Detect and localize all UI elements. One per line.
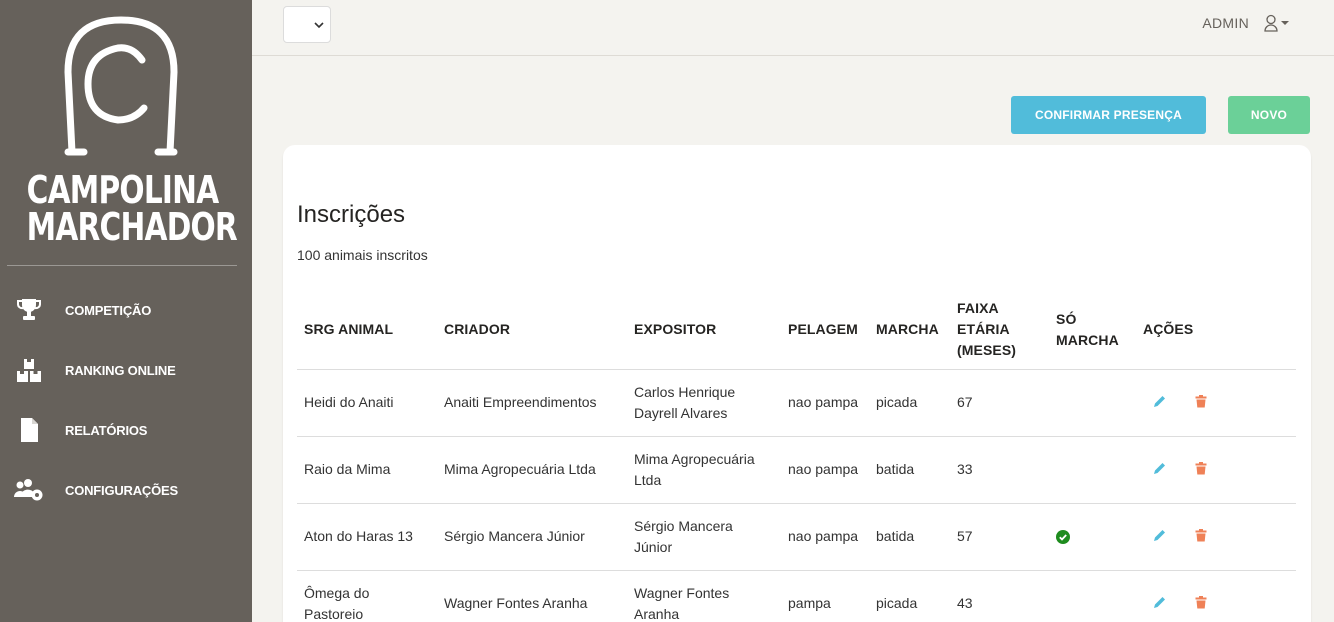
cell-expositor: Sérgio Mancera Júnior — [627, 503, 781, 571]
cell-marcha: picada — [869, 369, 950, 437]
cell-criador: Anaiti Empreendimentos — [437, 369, 627, 437]
cell-faixa-etaria: 67 — [950, 369, 1049, 437]
brand-line-1: CAMPOLINA — [26, 168, 220, 212]
cell-marcha: batida — [869, 436, 950, 504]
cell-expositor: Wagner Fontes Aranha — [627, 570, 781, 622]
cell-so-marcha — [1049, 570, 1136, 622]
cell-faixa-etaria: 33 — [950, 436, 1049, 504]
delete-trash-icon[interactable] — [1191, 391, 1211, 411]
column-header-faixa-etaria[interactable]: FAIXA ETÁRIA (MESES) — [950, 291, 1049, 370]
column-header-expositor[interactable]: EXPOSITOR — [627, 291, 781, 370]
table-row: Heidi do Anaiti Anaiti Empreendimentos C… — [297, 369, 1296, 437]
edit-pencil-icon[interactable] — [1149, 458, 1169, 478]
delete-trash-icon[interactable] — [1191, 592, 1211, 612]
cell-criador: Wagner Fontes Aranha — [437, 570, 627, 622]
column-header-pelagem[interactable]: PELAGEM — [781, 291, 869, 370]
cell-criador: Sérgio Mancera Júnior — [437, 503, 627, 571]
sidebar-item-label: CONFIGURAÇÕES — [65, 482, 178, 498]
context-select[interactable] — [283, 6, 331, 43]
cell-acoes — [1136, 503, 1296, 571]
cell-animal: Aton do Haras 13 — [297, 503, 437, 571]
inscriptions-table: SRG ANIMAL CRIADOR EXPOSITOR PELAGEM MAR… — [297, 291, 1296, 622]
cell-marcha: picada — [869, 570, 950, 622]
delete-trash-icon[interactable] — [1191, 525, 1211, 545]
cell-acoes — [1136, 570, 1296, 622]
sidebar-item-ranking-online[interactable]: RANKING ONLINE — [0, 350, 252, 390]
brand-line-2: MARCHADOR — [26, 205, 238, 249]
user-menu[interactable]: ADMIN — [1202, 14, 1296, 32]
column-header-acoes: AÇÕES — [1136, 291, 1296, 370]
inscriptions-card: Inscrições 100 animais inscritos SRG ANI… — [283, 145, 1311, 622]
sidebar-item-configuracoes[interactable]: CONFIGURAÇÕES — [0, 470, 252, 510]
cell-animal: Ômega do Pastoreio — [297, 570, 437, 622]
user-name: ADMIN — [1202, 15, 1249, 31]
edit-pencil-icon[interactable] — [1149, 525, 1169, 545]
boxes-icon — [14, 355, 44, 385]
sidebar-item-competicao[interactable]: COMPETIÇÃO — [0, 290, 252, 330]
cell-so-marcha — [1049, 436, 1136, 504]
file-icon — [14, 415, 44, 445]
cell-faixa-etaria: 57 — [950, 503, 1049, 571]
sidebar-item-label: COMPETIÇÃO — [65, 302, 152, 318]
cell-pelagem: nao pampa — [781, 503, 869, 571]
cell-animal: Heidi do Anaiti — [297, 369, 437, 437]
sidebar-item-label: RELATÓRIOS — [65, 422, 148, 438]
check-circle-icon — [1056, 529, 1070, 544]
column-header-criador[interactable]: CRIADOR — [437, 291, 627, 370]
cell-acoes — [1136, 436, 1296, 504]
brand-logo[interactable]: CAMPOLINA MARCHADOR — [0, 0, 252, 265]
cell-expositor: Mima Agropecuária Ltda — [627, 436, 781, 504]
edit-pencil-icon[interactable] — [1149, 391, 1169, 411]
top-navbar: ADMIN — [252, 0, 1334, 56]
cell-pelagem: pampa — [781, 570, 869, 622]
cell-pelagem: nao pampa — [781, 436, 869, 504]
sidebar-divider — [7, 265, 237, 266]
trophy-icon — [14, 295, 44, 325]
cell-marcha: batida — [869, 503, 950, 571]
cell-acoes — [1136, 369, 1296, 437]
users-cog-icon — [14, 475, 44, 505]
column-header-so-marcha[interactable]: SÓ MARCHA — [1049, 291, 1136, 370]
new-button[interactable]: NOVO — [1228, 96, 1310, 134]
edit-pencil-icon[interactable] — [1149, 592, 1169, 612]
column-header-srg-animal[interactable]: SRG ANIMAL — [297, 291, 437, 370]
cell-so-marcha — [1049, 503, 1136, 571]
cell-faixa-etaria: 43 — [950, 570, 1049, 622]
table-row: Aton do Haras 13 Sérgio Mancera Júnior S… — [297, 503, 1296, 571]
user-icon — [1264, 14, 1296, 32]
delete-trash-icon[interactable] — [1191, 458, 1211, 478]
cell-so-marcha — [1049, 369, 1136, 437]
cell-expositor: Carlos Henrique Dayrell Alvares — [627, 369, 781, 437]
cell-pelagem: nao pampa — [781, 369, 869, 437]
table-row: Ômega do Pastoreio Wagner Fontes Aranha … — [297, 570, 1296, 622]
sidebar: CAMPOLINA MARCHADOR COMPETIÇÃO RANKING O… — [0, 0, 252, 622]
chevron-down-icon — [314, 22, 324, 29]
cell-criador: Mima Agropecuária Ltda — [437, 436, 627, 504]
table-header-row: SRG ANIMAL CRIADOR EXPOSITOR PELAGEM MAR… — [297, 291, 1296, 370]
page-title: Inscrições — [297, 201, 406, 228]
confirm-presence-button[interactable]: CONFIRMAR PRESENÇA — [1011, 96, 1206, 134]
horseshoe-logo-icon — [64, 16, 178, 156]
inscriptions-count: 100 animais inscritos — [297, 247, 428, 263]
sidebar-item-relatorios[interactable]: RELATÓRIOS — [0, 410, 252, 450]
sidebar-item-label: RANKING ONLINE — [65, 362, 176, 378]
cell-animal: Raio da Mima — [297, 436, 437, 504]
table-row: Raio da Mima Mima Agropecuária Ltda Mima… — [297, 436, 1296, 504]
column-header-marcha[interactable]: MARCHA — [869, 291, 950, 370]
